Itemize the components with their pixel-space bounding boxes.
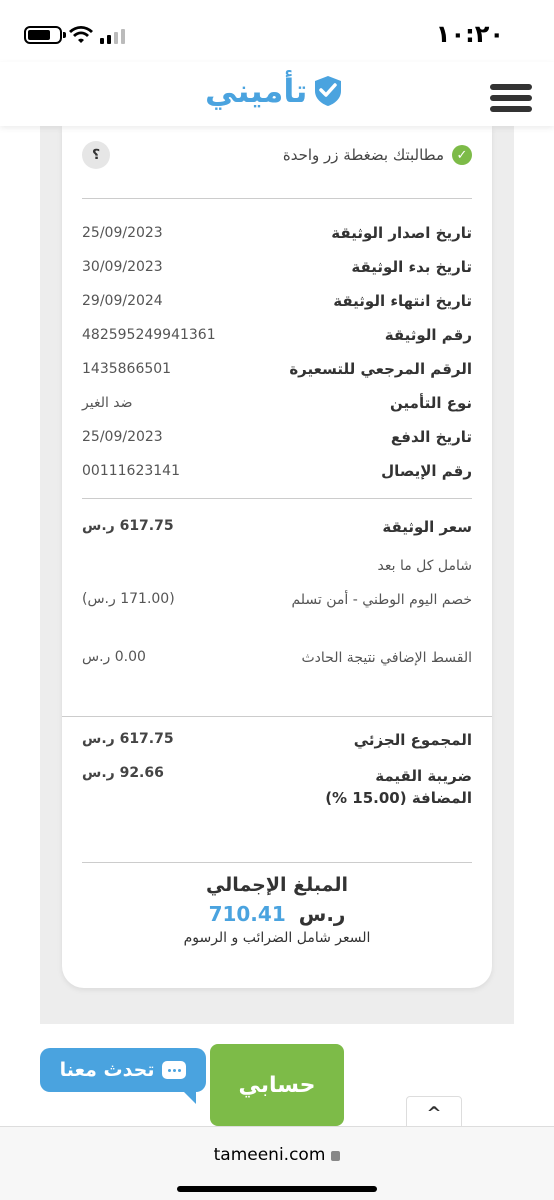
info-row-issue-date: تاريخ اصدار الوثيقة 25/09/2023 (82, 216, 472, 250)
divider (62, 716, 492, 717)
chat-button[interactable]: تحدث معنا (40, 1048, 206, 1104)
discount-label: خصم اليوم الوطني - أمن تسلم (291, 592, 472, 608)
vat-label: ضريبة القيمة المضافة (15.00 %) (325, 767, 472, 807)
includes-row: شامل كل ما بعد (82, 554, 472, 588)
divider (82, 198, 472, 199)
info-row-receipt-number: رقم الإيصال 00111623141 (82, 454, 472, 488)
status-time: ١٠:٢٠ (435, 20, 504, 48)
info-row-start-date: تاريخ بدء الوثيقة 30/09/2023 (82, 250, 472, 284)
total-title: المبلغ الإجمالي (205, 874, 349, 896)
subtotal-value: 617.75 ر.س (82, 731, 174, 747)
home-indicator[interactable] (177, 1186, 377, 1192)
policy-card: ✓ مطالبتك بضغطة زر واحدة ؟ تاريخ اصدار ا… (62, 126, 492, 988)
info-label: تاريخ بدء الوثيقة (351, 258, 472, 276)
info-value: 29/09/2024 (82, 293, 163, 309)
extra-label: القسط الإضافي نتيجة الحادث (301, 650, 472, 666)
claim-text: مطالبتك بضغطة زر واحدة (282, 146, 444, 164)
info-row-quote-reference: الرقم المرجعي للتسعيرة 1435866501 (82, 352, 472, 386)
discount-row: خصم اليوم الوطني - أمن تسلم (171.00 ر.س) (82, 588, 472, 646)
claim-row: ✓ مطالبتك بضغطة زر واحدة ؟ (82, 140, 472, 170)
discount-value: (171.00 ر.س) (82, 591, 175, 607)
cellular-signal-icon (100, 26, 126, 44)
total-amount-value: 710.41 (208, 902, 286, 926)
shield-check-icon (315, 76, 342, 106)
info-label: رقم الإيصال (381, 462, 472, 480)
info-value: 1435866501 (82, 361, 172, 377)
chat-bubble-icon (162, 1061, 187, 1079)
browser-url-bar: tameeni.com (0, 1126, 554, 1200)
info-value: 25/09/2023 (82, 429, 163, 445)
url-text: tameeni.com (213, 1145, 326, 1165)
subtotal-block: المجموع الجزئي 617.75 ر.س ضريبة القيمة ا… (82, 731, 472, 815)
logo[interactable]: تأميني (205, 72, 343, 110)
logo-text: تأميني (205, 72, 308, 110)
info-row-insurance-type: نوع التأمين ضد الغير (82, 386, 472, 420)
battery-icon (24, 26, 66, 44)
lock-icon (331, 1151, 341, 1161)
info-value: 30/09/2023 (82, 259, 163, 275)
info-label: تاريخ اصدار الوثيقة (331, 224, 472, 242)
wifi-icon (69, 26, 93, 43)
total-block: المبلغ الإجمالي ر.س 710.41 السعر شامل ال… (62, 874, 492, 946)
extra-premium-row: القسط الإضافي نتيجة الحادث 0.00 ر.س (82, 646, 472, 702)
policy-price-row: سعر الوثيقة 617.75 ر.س (82, 518, 472, 554)
info-value: 00111623141 (82, 463, 180, 479)
menu-icon[interactable] (490, 84, 532, 112)
subtotal-row: المجموع الجزئي 617.75 ر.س (82, 731, 472, 765)
info-value: ضد الغير (82, 395, 133, 411)
price-breakdown: سعر الوثيقة 617.75 ر.س شامل كل ما بعد خص… (82, 518, 472, 702)
info-row-policy-number: رقم الوثيقة 482595249941361 (82, 318, 472, 352)
chevron-up-icon: ^ (426, 1102, 442, 1124)
info-label: نوع التأمين (390, 394, 472, 412)
price-label: سعر الوثيقة (382, 518, 472, 536)
status-bar: ١٠:٢٠ (0, 0, 554, 62)
vat-value: 92.66 ر.س (82, 765, 164, 781)
info-row-payment-date: تاريخ الدفع 25/09/2023 (82, 420, 472, 454)
vat-row: ضريبة القيمة المضافة (15.00 %) 92.66 ر.س (82, 765, 472, 815)
my-account-button[interactable]: حسابي (210, 1044, 344, 1126)
includes-label: شامل كل ما بعد (377, 558, 472, 574)
divider (82, 498, 472, 499)
policy-info-list: تاريخ اصدار الوثيقة 25/09/2023 تاريخ بدء… (82, 216, 472, 488)
total-currency: ر.س (298, 902, 346, 926)
price-value: 617.75 ر.س (82, 518, 174, 534)
info-row-end-date: تاريخ انتهاء الوثيقة 29/09/2024 (82, 284, 472, 318)
info-label: تاريخ انتهاء الوثيقة (333, 292, 472, 310)
help-icon[interactable]: ؟ (82, 141, 110, 169)
info-value: 482595249941361 (82, 327, 216, 343)
extra-value: 0.00 ر.س (82, 649, 146, 665)
subtotal-label: المجموع الجزئي (353, 731, 472, 749)
check-circle-icon: ✓ (452, 145, 472, 165)
scroll-top-button[interactable]: ^ (406, 1096, 462, 1130)
site-header: تأميني (0, 62, 554, 126)
total-note: السعر شامل الضرائب و الرسوم (183, 930, 371, 946)
info-label: الرقم المرجعي للتسعيرة (289, 360, 472, 378)
info-value: 25/09/2023 (82, 225, 163, 241)
info-label: تاريخ الدفع (390, 428, 472, 446)
info-label: رقم الوثيقة (384, 326, 472, 344)
chat-button-label: تحدث معنا (59, 1059, 155, 1081)
total-amount: ر.س 710.41 (62, 902, 492, 926)
url-display[interactable]: tameeni.com (0, 1145, 554, 1165)
divider (82, 862, 472, 863)
